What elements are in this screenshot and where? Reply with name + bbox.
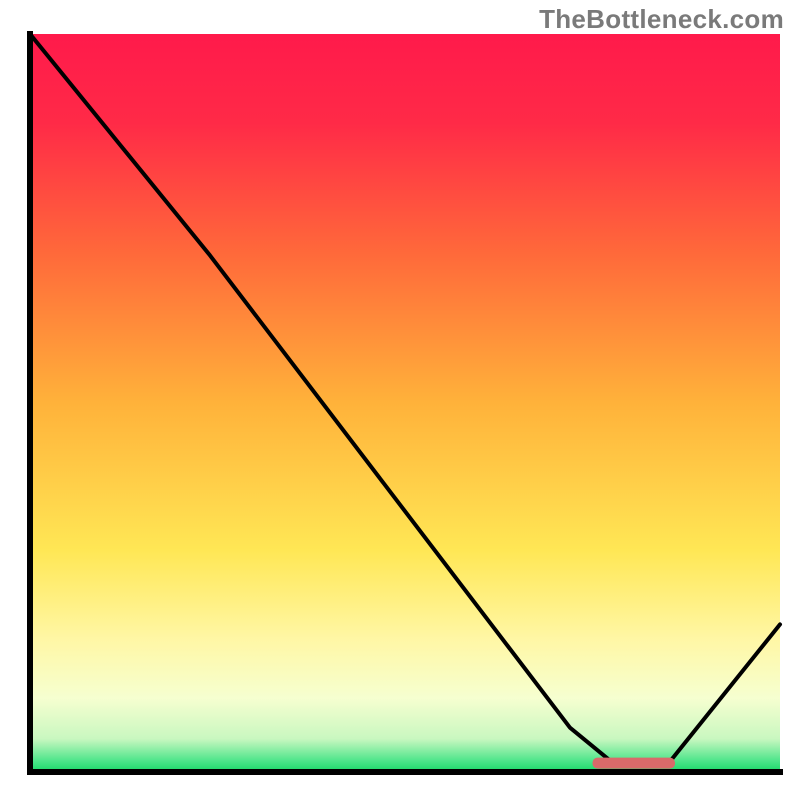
optimum-marker: [593, 758, 676, 769]
bottleneck-chart: [0, 0, 800, 800]
gradient-background: [30, 34, 780, 772]
watermark-text: TheBottleneck.com: [539, 4, 784, 35]
chart-container: TheBottleneck.com: [0, 0, 800, 800]
